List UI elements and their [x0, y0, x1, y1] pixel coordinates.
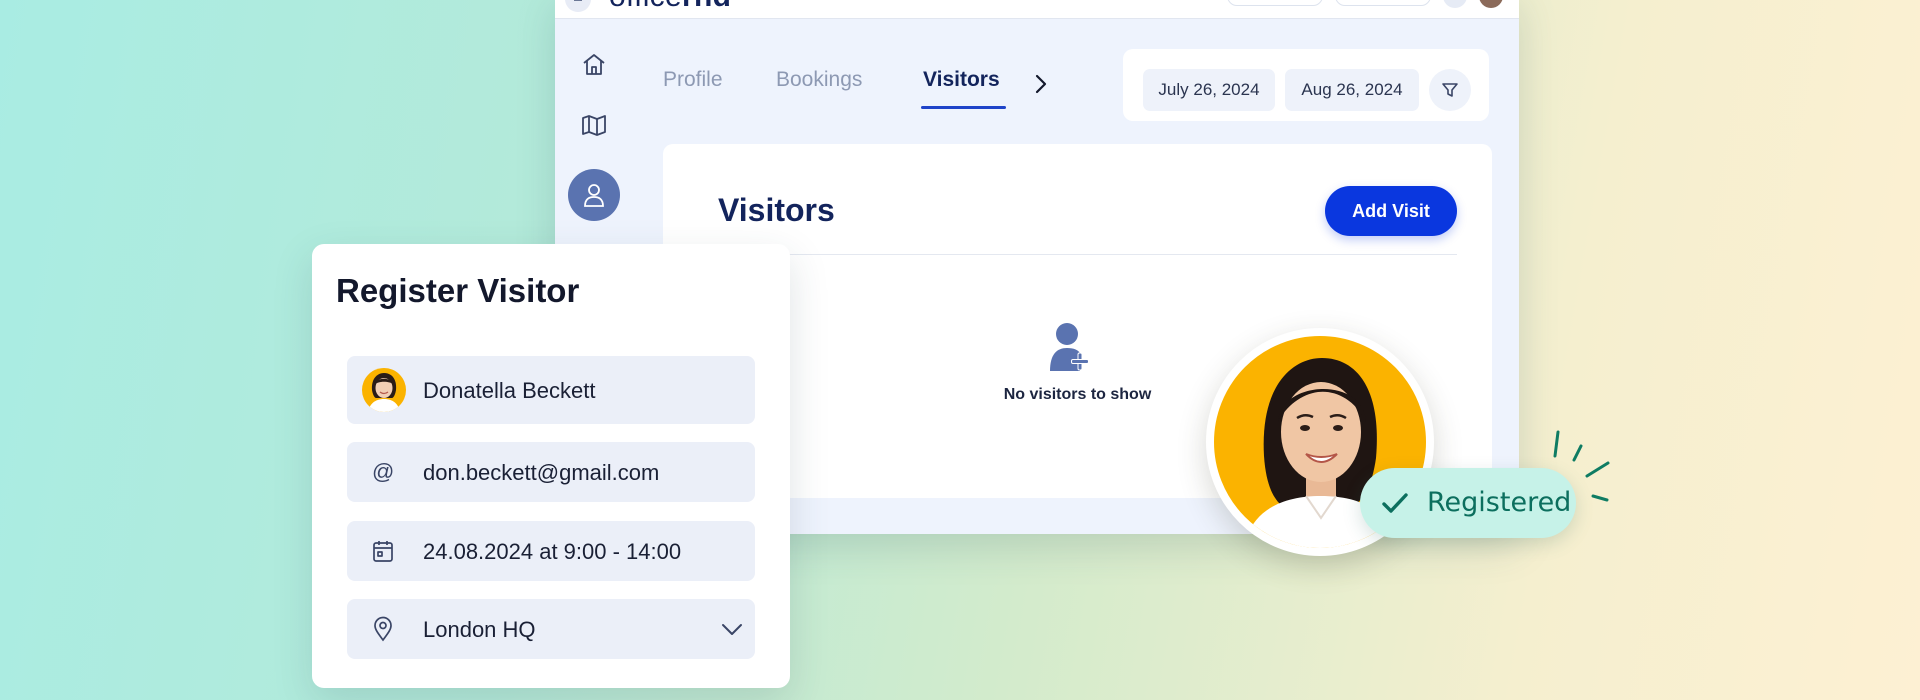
- location-value: London HQ: [423, 617, 536, 642]
- calendar-icon: [372, 539, 394, 563]
- visitor-name-field[interactable]: Donatella Beckett: [347, 356, 755, 424]
- visitor-avatar: [362, 368, 406, 412]
- topbar-button-1[interactable]: [1227, 0, 1323, 6]
- start-date-chip[interactable]: July 26, 2024: [1143, 69, 1275, 111]
- filter-icon: [1442, 83, 1458, 97]
- menu-icon[interactable]: [565, 0, 591, 12]
- at-icon: @: [372, 459, 395, 484]
- sparkle-decoration: [1553, 430, 1610, 502]
- filter-button[interactable]: [1429, 69, 1471, 111]
- add-user-icon: [1048, 322, 1094, 372]
- top-bar: officernd: [555, 0, 1519, 19]
- form-title: Register Visitor: [336, 272, 580, 309]
- end-date-chip[interactable]: Aug 26, 2024: [1285, 69, 1419, 111]
- brand-logo: officernd: [609, 0, 731, 14]
- date-filter-panel: July 26, 2024 Aug 26, 2024: [1123, 49, 1489, 121]
- tab-visitors[interactable]: Visitors: [923, 68, 1000, 92]
- location-pin-icon: [372, 616, 394, 642]
- register-visitor-card: Register Visitor Donatella Beckett @ don…: [312, 244, 790, 688]
- user-icon[interactable]: [568, 169, 620, 221]
- date-time-field[interactable]: 24.08.2024 at 9:00 - 14:00: [347, 521, 755, 581]
- add-visit-button[interactable]: Add Visit: [1325, 186, 1457, 236]
- chevron-right-icon[interactable]: [1032, 74, 1050, 94]
- location-select[interactable]: London HQ: [347, 599, 755, 659]
- date-time-value: 24.08.2024 at 9:00 - 14:00: [423, 539, 682, 564]
- visitor-name: Donatella Beckett: [423, 378, 596, 403]
- user-avatar[interactable]: [1479, 0, 1503, 8]
- topbar-button-2[interactable]: [1335, 0, 1431, 6]
- page-title: Visitors: [718, 192, 835, 228]
- map-icon[interactable]: [577, 108, 611, 142]
- email-field[interactable]: @ don.beckett@gmail.com: [347, 442, 755, 502]
- email-value: don.beckett@gmail.com: [423, 460, 660, 485]
- divider: [718, 254, 1457, 255]
- tab-profile[interactable]: Profile: [663, 68, 723, 92]
- chevron-down-icon[interactable]: [721, 623, 743, 637]
- checkmark-icon: [1382, 493, 1408, 513]
- settings-icon[interactable]: [1443, 0, 1467, 8]
- tab-bookings[interactable]: Bookings: [776, 68, 862, 92]
- active-tab-indicator: [921, 106, 1006, 109]
- home-icon[interactable]: [577, 48, 611, 82]
